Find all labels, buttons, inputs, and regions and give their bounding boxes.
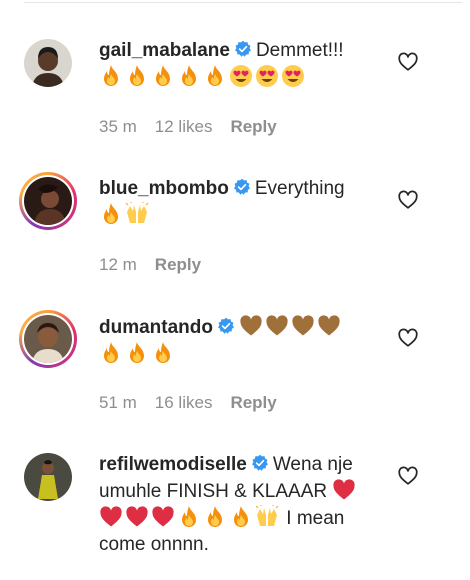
red-heart-icon xyxy=(99,505,123,529)
like-heart-icon[interactable] xyxy=(397,189,419,211)
comment-time: 35 m xyxy=(99,117,137,136)
fire-icon xyxy=(125,64,149,88)
comment-username[interactable]: refilwemodiselle xyxy=(99,454,247,475)
comment-text: come onnnn. xyxy=(99,534,209,555)
like-heart-icon[interactable] xyxy=(397,51,419,73)
raised-hands-icon xyxy=(125,202,149,226)
red-heart-icon xyxy=(332,478,356,502)
verified-badge-icon xyxy=(217,317,235,335)
like-heart-icon[interactable] xyxy=(397,327,419,349)
comment-likes[interactable]: 12 likes xyxy=(155,117,213,136)
avatar[interactable] xyxy=(19,310,77,368)
comment-text: umuhle FINISH & KLAAAR xyxy=(99,481,328,502)
red-heart-icon xyxy=(151,505,175,529)
fire-icon xyxy=(99,341,123,365)
comment-body: gail_mabalane Demmet!!! xyxy=(99,38,384,91)
avatar[interactable] xyxy=(24,453,72,501)
fire-icon xyxy=(99,64,123,88)
fire-icon xyxy=(99,202,123,226)
comment-username[interactable]: blue_mbombo xyxy=(99,178,229,199)
brown-heart-icon xyxy=(239,314,263,338)
heart-eyes-icon xyxy=(281,64,305,88)
comment-username[interactable]: dumantando xyxy=(99,317,213,338)
comment-text: I mean xyxy=(286,508,345,529)
top-divider xyxy=(24,2,462,3)
fire-icon xyxy=(177,505,201,529)
verified-badge-icon xyxy=(251,454,269,472)
fire-icon xyxy=(151,341,175,365)
comment-text: Wena nje xyxy=(272,454,353,475)
brown-heart-icon xyxy=(317,314,341,338)
like-heart-icon[interactable] xyxy=(397,465,419,487)
reply-button[interactable]: Reply xyxy=(230,117,276,136)
comment-meta: 12 m Reply xyxy=(99,255,219,275)
raised-hands-icon xyxy=(255,505,279,529)
comment-meta: 35 m 12 likes Reply xyxy=(99,117,295,137)
comment-body: blue_mbombo Everything xyxy=(99,176,384,229)
comment-text: Demmet!!! xyxy=(255,40,344,61)
emoji-row xyxy=(99,205,151,226)
fire-icon xyxy=(229,505,253,529)
fire-icon xyxy=(203,505,227,529)
comment-time: 12 m xyxy=(99,255,137,274)
emoji-row xyxy=(99,344,177,365)
brown-heart-icon xyxy=(291,314,315,338)
emoji-row xyxy=(239,317,343,338)
heart-eyes-icon xyxy=(229,64,253,88)
comment-meta: 51 m 16 likes Reply xyxy=(99,393,295,413)
fire-icon xyxy=(125,341,149,365)
comment-likes[interactable]: 16 likes xyxy=(155,393,213,412)
emoji-row xyxy=(99,508,281,529)
comment-body: dumantando xyxy=(99,314,384,368)
verified-badge-icon xyxy=(233,178,251,196)
heart-eyes-icon xyxy=(255,64,279,88)
emoji-row xyxy=(99,67,307,88)
reply-button[interactable]: Reply xyxy=(230,393,276,412)
comment-time: 51 m xyxy=(99,393,137,412)
comment-text: Everything xyxy=(254,178,345,199)
reply-button[interactable]: Reply xyxy=(155,255,201,274)
avatar[interactable] xyxy=(19,172,77,230)
fire-icon xyxy=(203,64,227,88)
red-heart-icon xyxy=(125,505,149,529)
comment-username[interactable]: gail_mabalane xyxy=(99,40,230,61)
comment-body: refilwemodiselle Wena nje umuhle FINISH &… xyxy=(99,452,384,558)
fire-icon xyxy=(177,64,201,88)
avatar[interactable] xyxy=(24,39,72,87)
fire-icon xyxy=(151,64,175,88)
verified-badge-icon xyxy=(234,40,252,58)
brown-heart-icon xyxy=(265,314,289,338)
